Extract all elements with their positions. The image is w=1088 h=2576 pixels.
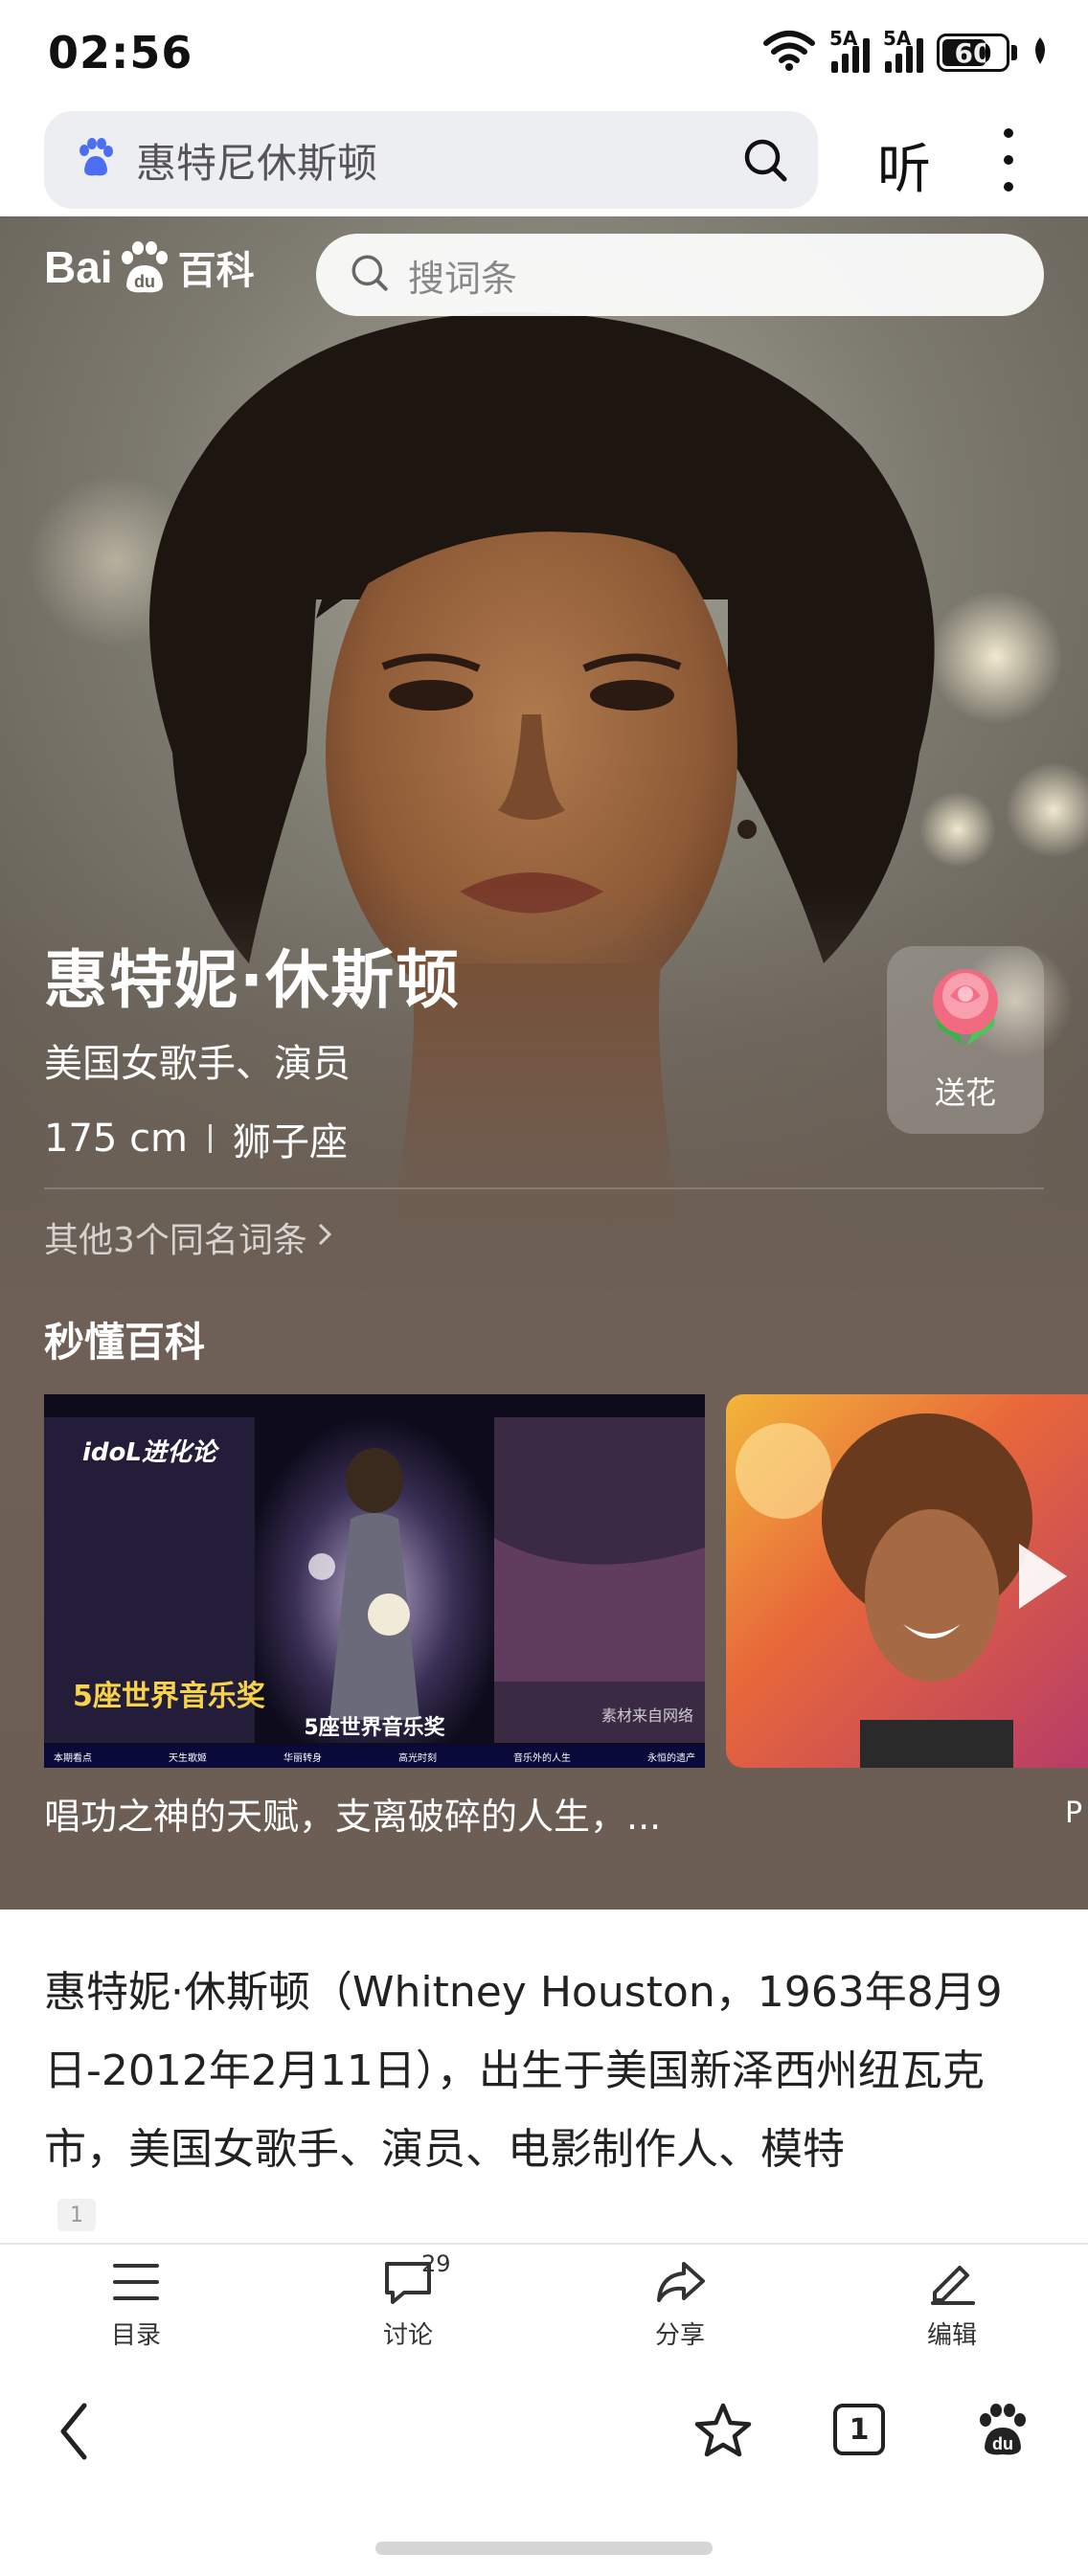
section-title: 秒懂百科 (44, 1319, 206, 1366)
citation-marker[interactable]: 1 (57, 2199, 96, 2231)
signal-icon: 5A (883, 27, 923, 73)
video-overlay-text: 5座世界音乐奖 (73, 1680, 265, 1713)
toc-button[interactable]: 目录 (59, 2258, 213, 2351)
browser-toolbar: 惠特尼休斯顿 听 (0, 105, 1088, 216)
tabs-button[interactable]: 1 (833, 2404, 885, 2455)
star-icon[interactable] (691, 2400, 755, 2467)
status-bar: 02:56 5A 5A 60 (0, 0, 1088, 105)
video-card[interactable] (726, 1394, 1088, 1768)
discuss-label: 讨论 (382, 2321, 433, 2350)
video-badge: idoL进化论 (82, 1438, 216, 1467)
status-icons: 5A 5A 60 (762, 27, 1050, 77)
height-value: 175 cm (44, 1117, 189, 1161)
video-subtitle: 5座世界音乐奖 (304, 1716, 445, 1740)
home-indicator[interactable] (375, 2542, 713, 2555)
share-button[interactable]: 分享 (603, 2258, 757, 2351)
search-icon (349, 252, 391, 298)
status-time: 02:56 (48, 27, 193, 79)
search-placeholder: 搜词条 (408, 257, 518, 300)
video-caption[interactable]: P (1065, 1796, 1082, 1830)
share-label: 分享 (654, 2321, 705, 2350)
baidu-paw-icon: du (115, 240, 174, 294)
baidu-paw-icon (75, 137, 117, 183)
entry-title: 惠特妮·休斯顿 (44, 943, 462, 1017)
send-flower-button[interactable]: 送花 (887, 946, 1044, 1134)
video-card[interactable]: idoL进化论 5座世界音乐奖 素材来自网络 5座世界音乐奖 本期看点 天生歌姬… (44, 1394, 705, 1768)
divider (44, 1187, 1044, 1189)
discuss-button[interactable]: 29 讨论 (331, 2250, 485, 2351)
address-query: 惠特尼休斯顿 (136, 139, 378, 187)
baidu-paw-icon[interactable]: du (973, 2400, 1032, 2463)
leaf-icon (1031, 35, 1050, 70)
tab-count: 1 (833, 2404, 885, 2455)
wifi-icon (762, 30, 816, 76)
entry-facts: 175 cm 狮子座 (44, 1111, 348, 1166)
play-icon[interactable] (1013, 1538, 1071, 1618)
more-menu-icon[interactable] (994, 128, 1023, 192)
toc-label: 目录 (110, 2321, 161, 2350)
baike-logo[interactable]: Bai du 百科 (44, 239, 255, 295)
share-arrow-icon (653, 2258, 707, 2310)
address-bar[interactable]: 惠特尼休斯顿 (44, 111, 818, 209)
list-icon (109, 2258, 163, 2310)
other-entries-link[interactable]: 其他3个同名词条 (44, 1212, 334, 1262)
video-chapter-bar: 本期看点 天生歌姬 华丽转身 高光时刻 音乐外的人生 永恒的遗产 (44, 1745, 705, 1768)
video-caption[interactable]: 唱功之神的天赋，支离破碎的人生，... (44, 1787, 661, 1840)
article-toolbar: 目录 29 讨论 分享 编辑 (0, 2243, 1088, 2365)
listen-button[interactable]: 听 (877, 126, 931, 204)
browser-nav-bar: 1 du (0, 2365, 1088, 2576)
hero-section: Bai du 百科 搜词条 惠特妮·休斯顿 美国女歌手、演员 175 cm 狮子… (0, 216, 1088, 1909)
rose-icon (919, 958, 1011, 1067)
chevron-right-icon (315, 1218, 334, 1257)
battery-tip (1011, 45, 1017, 60)
discuss-count: 29 (421, 2250, 451, 2277)
fact-separator (209, 1124, 213, 1153)
signal-icon: 5A (829, 27, 870, 73)
article-summary: 惠特妮·休斯顿（Whitney Houston，1963年8月9日-2012年2… (44, 1968, 1003, 2174)
battery-level: 60 (954, 36, 992, 69)
svg-text:du: du (134, 272, 155, 291)
pencil-icon (925, 2258, 979, 2310)
search-icon[interactable] (741, 136, 789, 188)
svg-text:du: du (992, 2434, 1013, 2453)
send-flower-label: 送花 (934, 1074, 996, 1111)
entry-search-input[interactable]: 搜词条 (316, 234, 1044, 316)
back-icon[interactable] (56, 2400, 94, 2467)
entry-description: 美国女歌手、演员 (44, 1042, 351, 1086)
zodiac-value: 狮子座 (233, 1120, 349, 1164)
edit-button[interactable]: 编辑 (875, 2258, 1029, 2351)
edit-label: 编辑 (926, 2321, 977, 2350)
battery-icon: 60 (937, 34, 1009, 72)
